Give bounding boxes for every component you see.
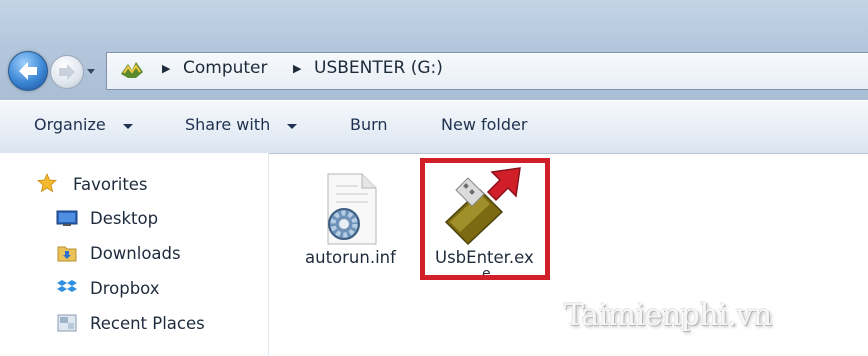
new-folder-button[interactable]: New folder	[441, 115, 527, 134]
highlight-box	[420, 158, 550, 280]
organize-menu[interactable]: Organize	[34, 115, 106, 134]
breadcrumb-computer[interactable]: Computer	[183, 58, 268, 78]
burn-button[interactable]: Burn	[350, 115, 388, 134]
downloads-folder-icon	[57, 246, 77, 262]
breadcrumb-usbenter-drive[interactable]: USBENTER (G:)	[314, 58, 443, 78]
share-with-dropdown-icon[interactable]	[287, 124, 297, 129]
nav-downloads[interactable]: Downloads	[90, 244, 181, 263]
nav-desktop[interactable]: Desktop	[90, 209, 158, 228]
recent-places-icon	[57, 314, 77, 332]
desktop-icon	[56, 210, 78, 226]
breadcrumb-separator[interactable]: ▶	[162, 62, 170, 75]
dropbox-icon	[57, 280, 77, 292]
watermark: Taimienphi.vn	[564, 298, 772, 333]
nav-dropbox[interactable]: Dropbox	[90, 279, 160, 298]
forward-button[interactable]	[50, 55, 84, 89]
nav-favorites[interactable]: Favorites	[73, 175, 148, 194]
back-button[interactable]	[8, 51, 48, 91]
star-icon	[37, 173, 57, 193]
breadcrumb-separator[interactable]: ▶	[293, 62, 301, 75]
back-arrow-icon	[19, 62, 37, 80]
recent-pages-dropdown-icon[interactable]	[86, 66, 96, 76]
forward-arrow-icon	[59, 64, 75, 80]
share-with-menu[interactable]: Share with	[185, 115, 270, 134]
settings-file-icon	[327, 173, 377, 245]
nav-recent-places[interactable]: Recent Places	[90, 314, 205, 333]
organize-dropdown-icon[interactable]	[123, 124, 133, 129]
computer-location-icon	[121, 62, 143, 78]
file-name-autorun: autorun.inf	[305, 248, 396, 267]
